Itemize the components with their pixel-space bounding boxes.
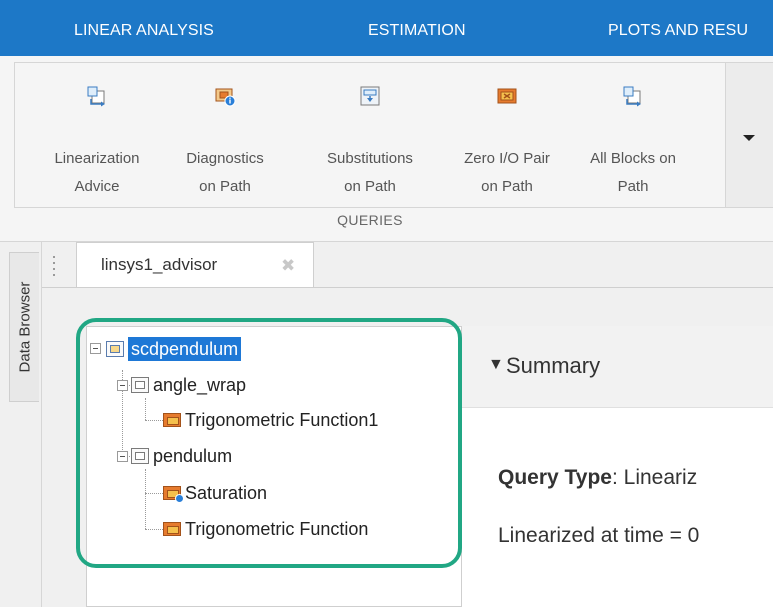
queries-section-label: QUERIES bbox=[337, 212, 403, 228]
tab-grip-handle[interactable] bbox=[48, 252, 60, 286]
linearization-advice-icon bbox=[87, 86, 105, 107]
linearized-time-text: Linearized at time = 0 bbox=[498, 524, 700, 547]
all-blocks-on-path-label: All Blocks on Path bbox=[590, 150, 676, 195]
tab-plots-and-results[interactable]: PLOTS AND RESU bbox=[608, 22, 748, 40]
tree-highlight-box bbox=[76, 318, 462, 568]
linearization-advice-button[interactable]: Linearization Advice bbox=[31, 63, 163, 209]
diagnostics-on-path-button[interactable]: Diagnostics on Path bbox=[165, 63, 285, 209]
query-type-label: Query Type bbox=[498, 466, 612, 489]
document-tab-linsys1-advisor[interactable]: linsys1_advisor ✖ bbox=[76, 242, 314, 288]
data-browser-tab[interactable]: Data Browser bbox=[9, 252, 39, 402]
diagnostics-on-path-label: Diagnostics on Path bbox=[186, 150, 264, 195]
substitutions-on-path-button[interactable]: Substitutions on Path bbox=[293, 63, 447, 209]
gallery-expand-button[interactable] bbox=[726, 62, 773, 208]
zero-io-pair-on-path-button[interactable]: Zero I/O Pair on Path bbox=[447, 63, 567, 209]
data-browser-label: Data Browser bbox=[16, 281, 33, 373]
query-type-line: Query Type: Lineariz bbox=[498, 466, 697, 490]
zero-io-pair-icon bbox=[497, 88, 517, 104]
linearization-advice-label: Linearization Advice bbox=[54, 150, 140, 195]
toolstrip: Linearization Advice Diagnostics on Path… bbox=[0, 56, 773, 242]
close-icon[interactable]: ✖ bbox=[281, 257, 295, 274]
collapse-arrow-icon: ▼ bbox=[488, 356, 504, 373]
substitutions-icon bbox=[360, 86, 380, 106]
document-tab-label: linsys1_advisor bbox=[101, 255, 218, 274]
ribbon-tab-strip: LINEAR ANALYSIS ESTIMATION PLOTS AND RES… bbox=[0, 0, 773, 56]
all-blocks-icon bbox=[623, 86, 641, 107]
tab-linear-analysis[interactable]: LINEAR ANALYSIS bbox=[74, 22, 214, 40]
all-blocks-on-path-button[interactable]: All Blocks on Path bbox=[569, 63, 697, 209]
dropdown-arrow-icon bbox=[743, 135, 755, 141]
diagnostics-icon bbox=[215, 88, 236, 107]
side-panel: Data Browser bbox=[0, 242, 42, 607]
query-type-value: : Lineariz bbox=[611, 466, 698, 489]
substitutions-on-path-label: Substitutions on Path bbox=[327, 150, 413, 195]
summary-title: Summary bbox=[506, 353, 601, 378]
tab-estimation[interactable]: ESTIMATION bbox=[368, 22, 466, 40]
queries-gallery: Linearization Advice Diagnostics on Path… bbox=[14, 62, 726, 208]
zero-io-pair-on-path-label: Zero I/O Pair on Path bbox=[464, 150, 550, 195]
summary-header[interactable]: ▼ Summary bbox=[462, 326, 773, 408]
